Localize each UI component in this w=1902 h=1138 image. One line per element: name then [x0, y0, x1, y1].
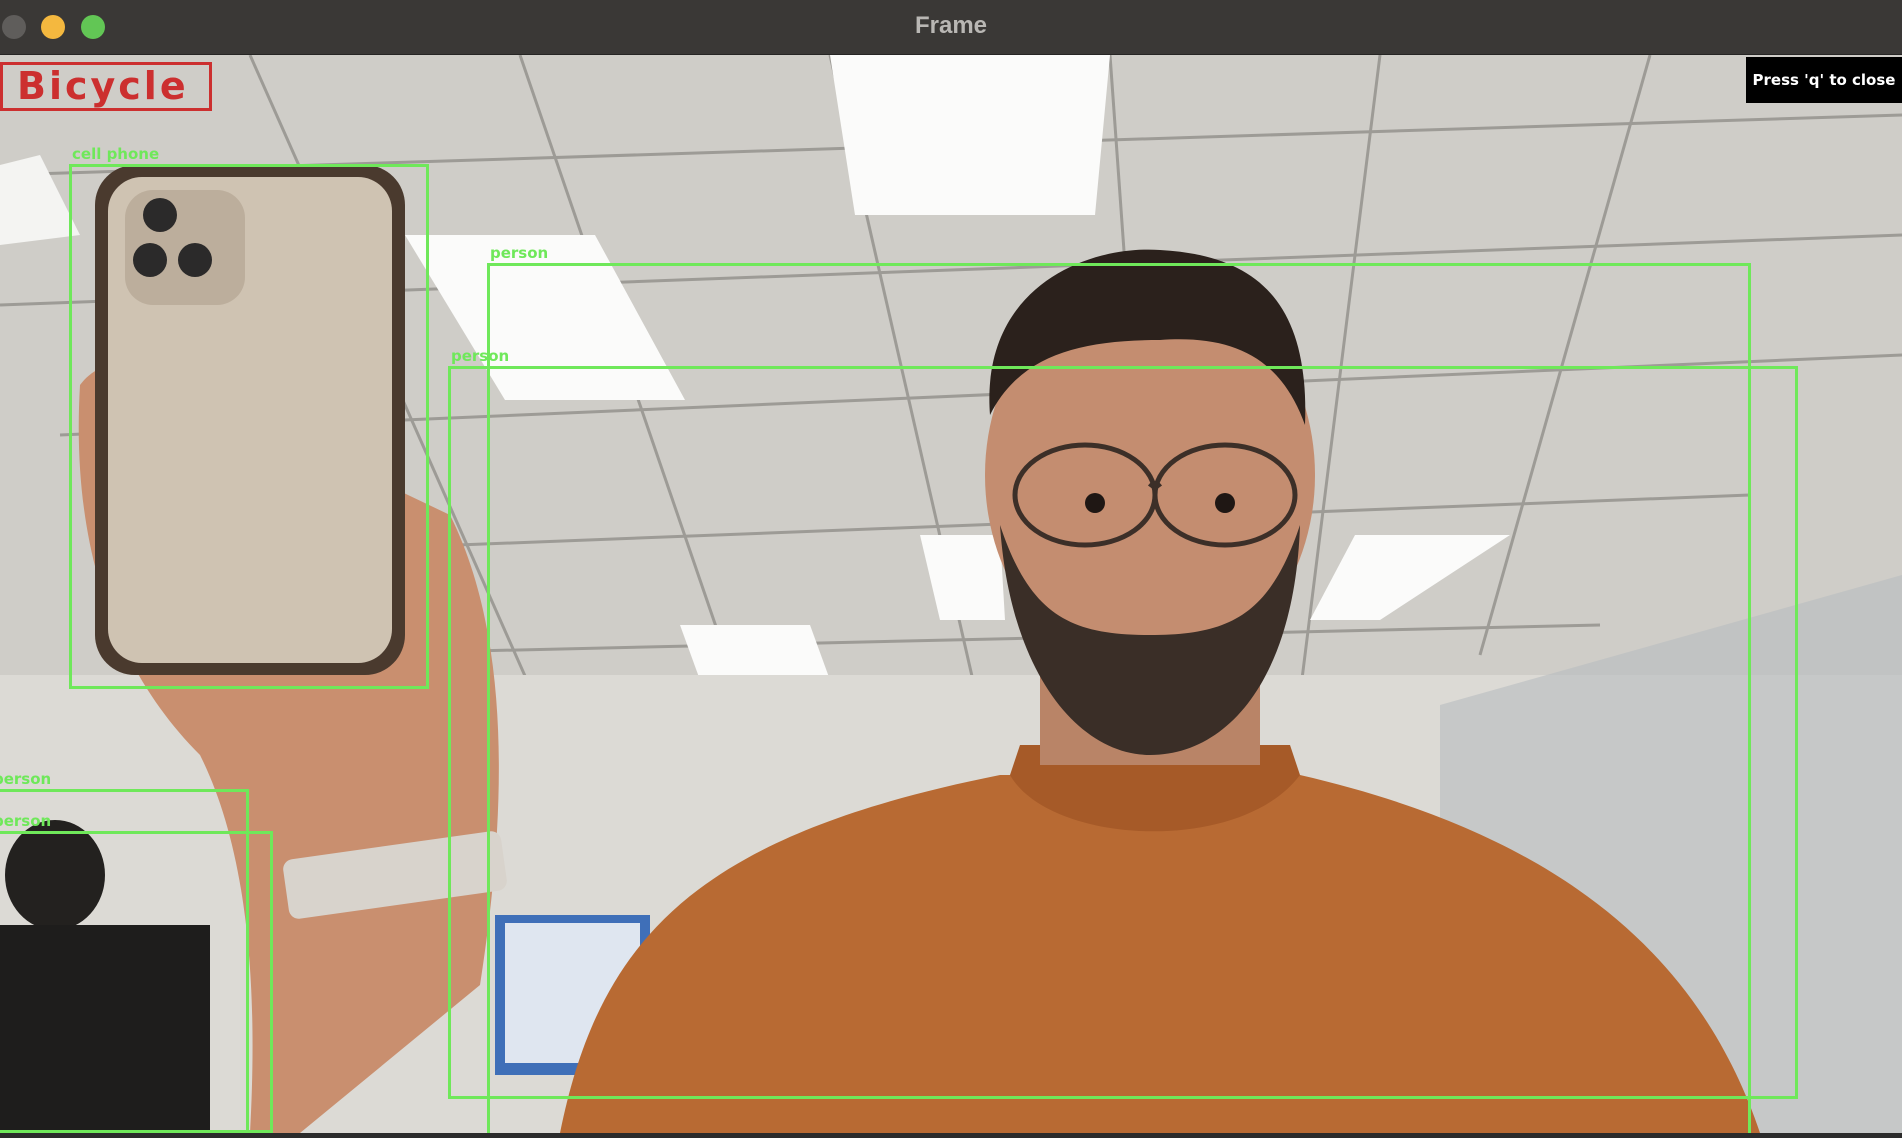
title-bar[interactable]: Frame: [0, 0, 1902, 55]
detection-label: person: [490, 244, 549, 262]
detection-label: cell phone: [72, 145, 160, 163]
detection-box-person: person: [448, 347, 1798, 1099]
classification-label: Bicycle: [0, 62, 212, 111]
detection-box-person: person: [0, 812, 273, 1133]
detection-label: person: [451, 347, 510, 365]
close-hint-badge: Press 'q' to close: [1746, 57, 1902, 103]
app-window: Frame Press 'q' to close Bicycle cell ph…: [0, 0, 1902, 1138]
detection-box-cell-phone: cell phone: [69, 145, 429, 689]
detection-label: person: [0, 812, 52, 830]
detection-label: person: [0, 770, 52, 788]
camera-frame: Press 'q' to close Bicycle cell phone pe…: [0, 55, 1902, 1133]
window-title: Frame: [914, 12, 988, 39]
